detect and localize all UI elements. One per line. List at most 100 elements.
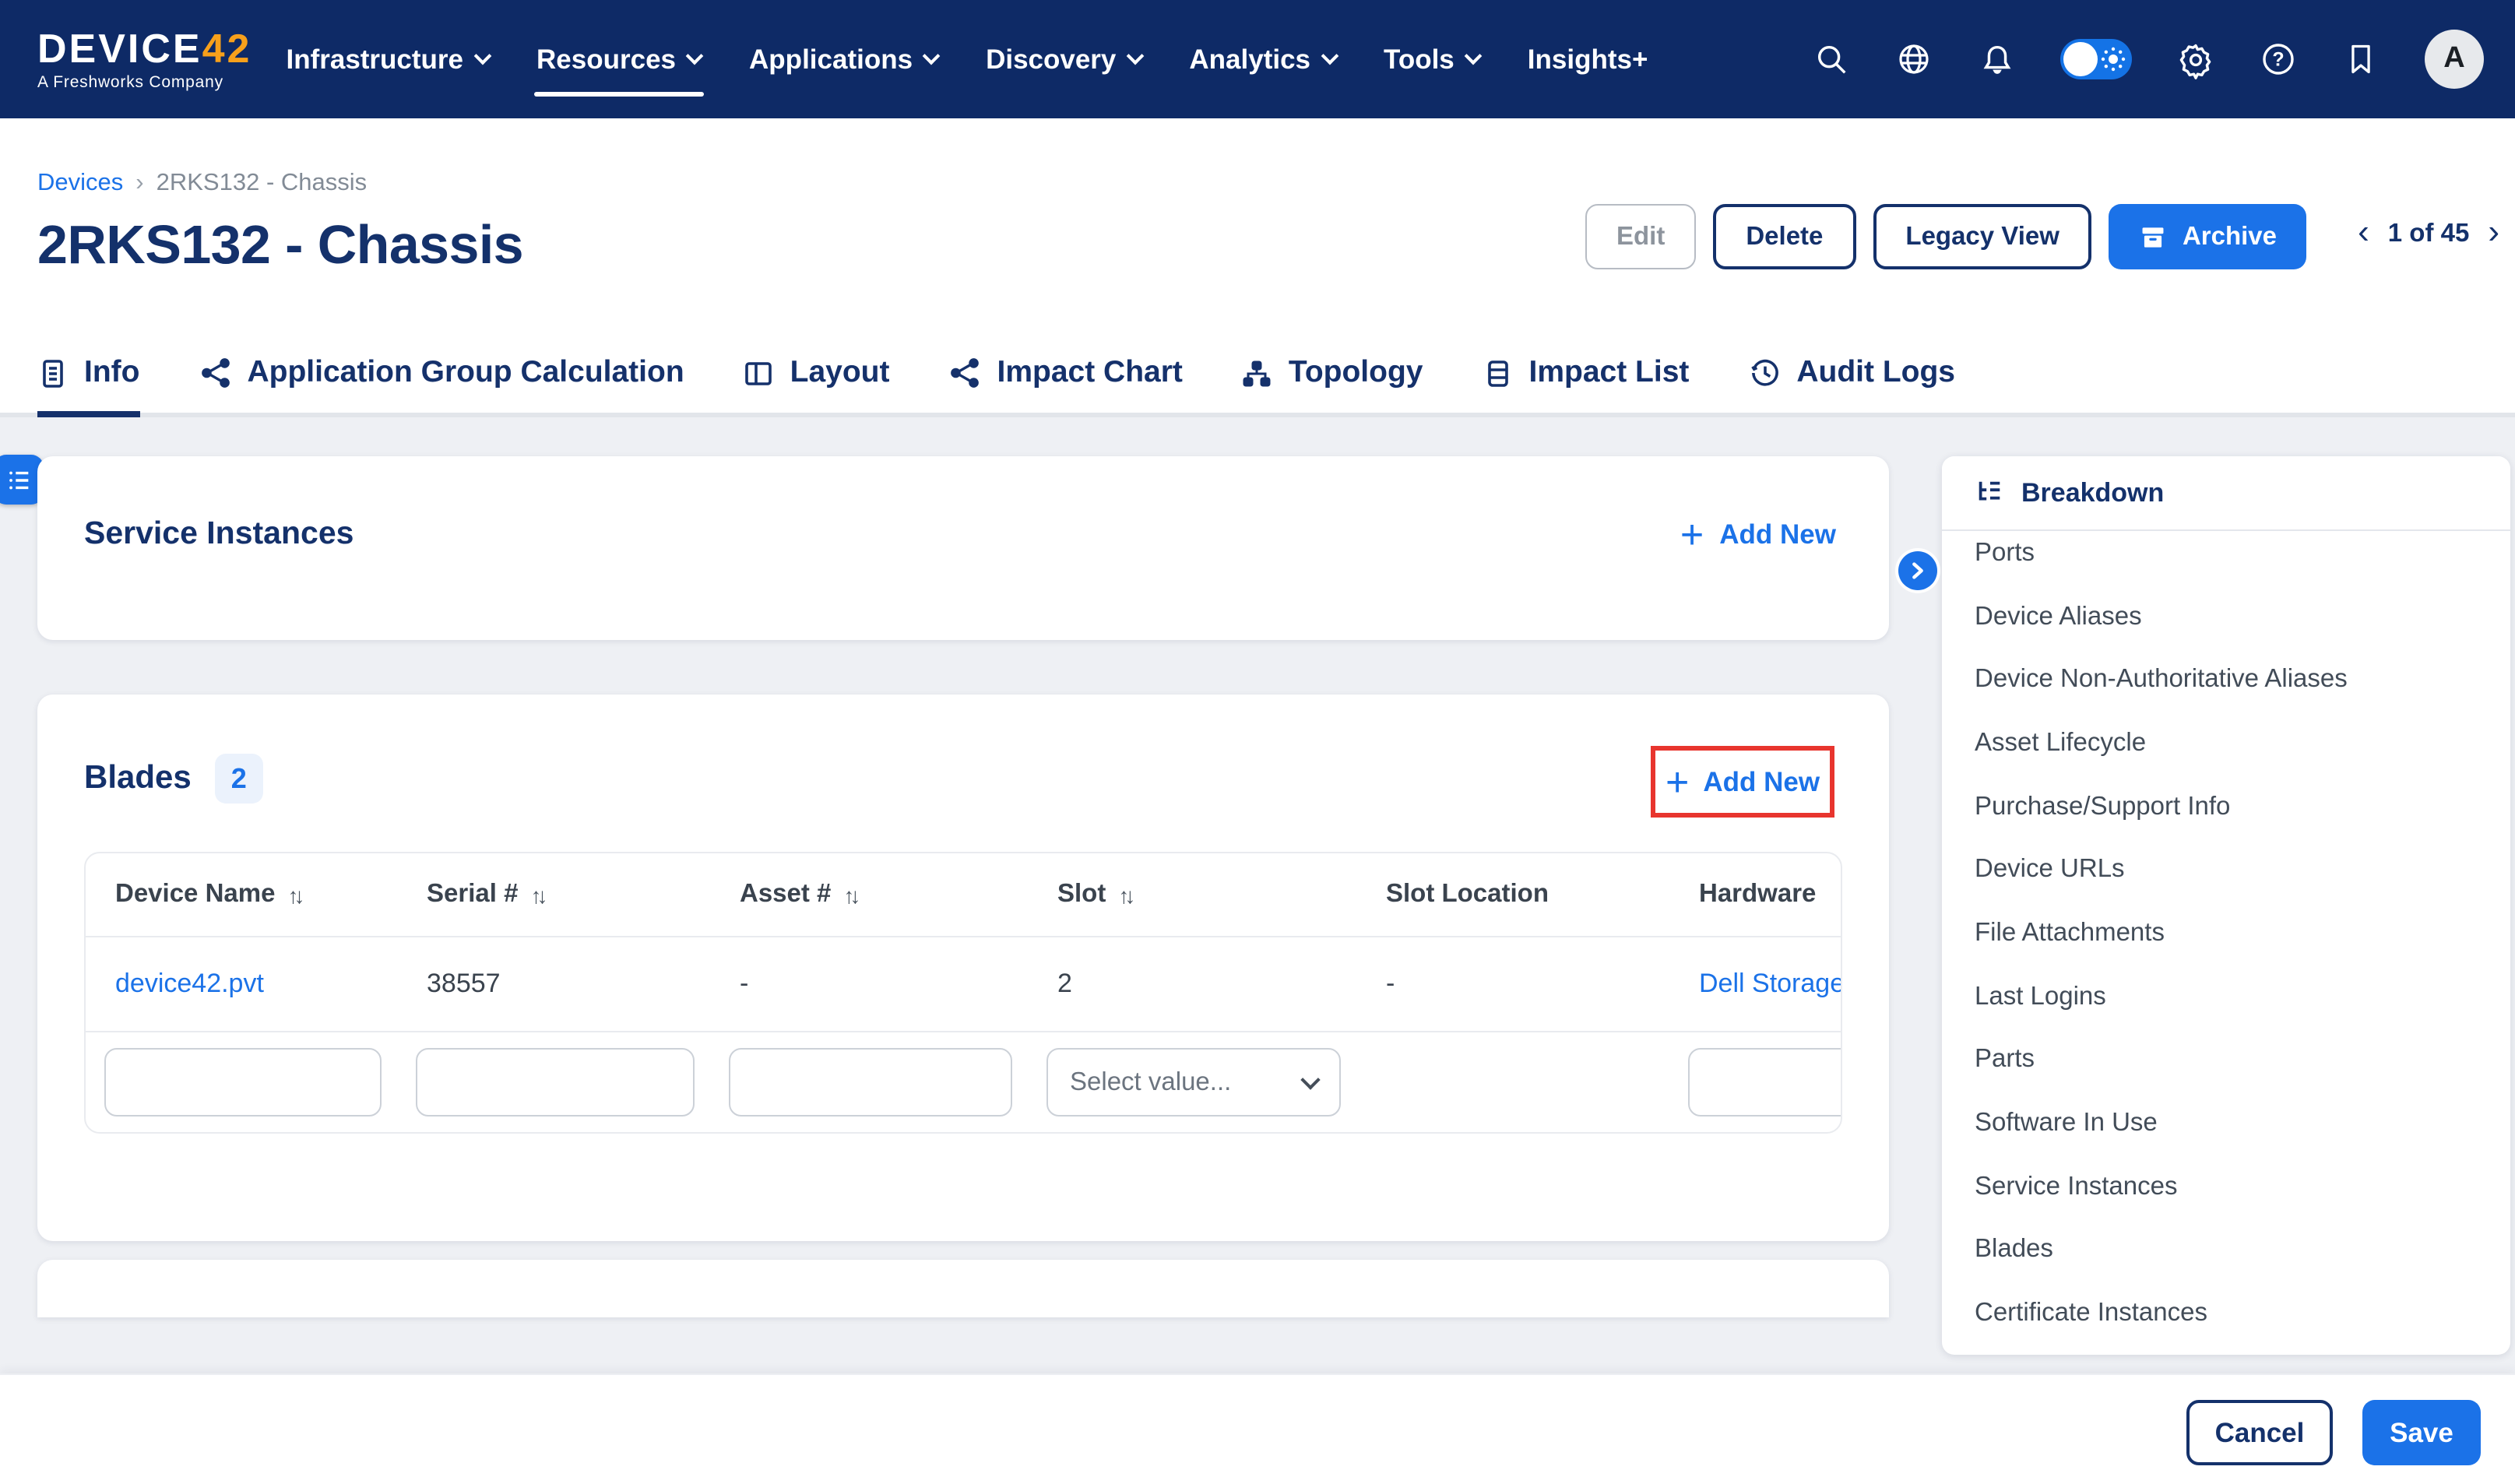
tab-impact-chart[interactable]: Impact Chart <box>949 355 1183 417</box>
tab-topology[interactable]: Topology <box>1242 355 1423 417</box>
sort-icon[interactable]: ↑↓ <box>530 882 543 907</box>
list-rows-icon <box>1483 357 1514 389</box>
breakdown-item-certificate-instances[interactable]: Certificate Instances <box>1975 1282 2478 1345</box>
chevron-down-icon <box>1300 1069 1320 1088</box>
breakdown-item-blades[interactable]: Blades <box>1975 1218 2478 1282</box>
next-record-icon[interactable]: › <box>2488 215 2499 249</box>
tab-audit-logs[interactable]: Audit Logs <box>1748 355 1955 417</box>
device-name-link[interactable]: device42.pvt <box>86 969 397 1000</box>
chevron-down-icon <box>473 47 491 65</box>
nav-infrastructure[interactable]: Infrastructure <box>286 0 488 118</box>
navbar-utilities: ? A <box>1813 30 2484 89</box>
tree-list-icon <box>1975 478 2004 508</box>
breakdown-item-device-urls[interactable]: Device URLs <box>1975 839 2478 902</box>
breakdown-panel: Breakdown Ports Device Aliases Device No… <box>1942 456 2510 1355</box>
chevron-down-icon <box>1126 47 1144 65</box>
main-nav: Infrastructure Resources Applications Di… <box>286 0 1648 118</box>
hardware-link[interactable]: Dell Storage <box>1669 969 1842 1000</box>
blades-add-new-button-highlighted[interactable]: + Add New <box>1651 746 1834 818</box>
service-instances-add-new-button[interactable]: + Add New <box>1680 518 1836 550</box>
user-avatar[interactable]: A <box>2425 30 2484 89</box>
filter-serial-input[interactable] <box>416 1048 695 1117</box>
breakdown-item-software-in-use[interactable]: Software In Use <box>1975 1092 2478 1155</box>
plus-icon: + <box>1680 518 1704 550</box>
history-clock-icon <box>1748 357 1781 389</box>
logo-tagline: A Freshworks Company <box>37 75 252 91</box>
page-header: Devices › 2RKS132 - Chassis 2RKS132 - Ch… <box>0 118 2515 417</box>
service-instances-title: Service Instances <box>84 515 354 553</box>
archive-button[interactable]: Archive <box>2109 204 2306 269</box>
chevron-down-icon <box>686 47 704 65</box>
blades-count-badge: 2 <box>215 754 263 804</box>
nav-applications[interactable]: Applications <box>749 0 937 118</box>
top-navbar: DEVICE42 A Freshworks Company Infrastruc… <box>0 0 2515 118</box>
nav-resources[interactable]: Resources <box>536 0 701 118</box>
breakdown-item-asset-lifecycle[interactable]: Asset Lifecycle <box>1975 712 2478 775</box>
layout-icon <box>744 357 775 389</box>
record-pagination: ‹ 1 of 45 › <box>2358 220 2499 249</box>
asset-cell: - <box>710 969 1028 1000</box>
nav-discovery[interactable]: Discovery <box>986 0 1141 118</box>
search-icon[interactable] <box>1813 40 1850 78</box>
theme-toggle[interactable] <box>2060 39 2132 79</box>
edit-button[interactable]: Edit <box>1585 204 1696 269</box>
breakdown-item-device-aliases[interactable]: Device Aliases <box>1975 585 2478 648</box>
delete-button[interactable]: Delete <box>1713 204 1855 269</box>
device42-logo[interactable]: DEVICE42 A Freshworks Company <box>37 28 252 91</box>
globe-icon[interactable] <box>1895 40 1933 78</box>
breadcrumb: Devices › 2RKS132 - Chassis <box>37 170 367 198</box>
breakdown-item-file-attachments[interactable]: File Attachments <box>1975 902 2478 965</box>
chevron-right-icon <box>1908 561 1928 581</box>
blades-table-filter-row: Select value... <box>86 1031 1841 1132</box>
sort-icon[interactable]: ↑↓ <box>843 882 856 907</box>
save-button[interactable]: Save <box>2362 1400 2481 1465</box>
cancel-button[interactable]: Cancel <box>2186 1400 2333 1465</box>
sort-icon[interactable]: ↑↓ <box>1118 882 1131 907</box>
header-actions: Edit Delete Legacy View Archive <box>1585 204 2306 269</box>
chevron-down-icon <box>1464 47 1482 65</box>
blades-title: Blades <box>84 760 192 797</box>
prev-record-icon[interactable]: ‹ <box>2358 215 2369 249</box>
tab-layout[interactable]: Layout <box>744 355 890 417</box>
filter-slot-select[interactable]: Select value... <box>1046 1048 1341 1117</box>
device42-app: DEVICE42 A Freshworks Company Infrastruc… <box>0 0 2515 1484</box>
nav-tools[interactable]: Tools <box>1384 0 1479 118</box>
slot-location-cell: - <box>1356 969 1669 1000</box>
help-icon[interactable]: ? <box>2260 40 2297 78</box>
legacy-view-button[interactable]: Legacy View <box>1873 204 2092 269</box>
chevron-down-icon <box>1321 47 1338 65</box>
filter-device-name-input[interactable] <box>104 1048 382 1117</box>
notifications-bell-icon[interactable] <box>1978 40 2015 78</box>
blades-card: Blades 2 + Add New Device Name↑↓ Serial … <box>37 695 1889 1241</box>
breakdown-item-device-non-authoritative-aliases[interactable]: Device Non-Authoritative Aliases <box>1975 649 2478 712</box>
nav-analytics[interactable]: Analytics <box>1189 0 1335 118</box>
breakdown-item-last-logins[interactable]: Last Logins <box>1975 965 2478 1029</box>
collapse-panel-button[interactable] <box>1898 551 1937 590</box>
filter-hardware-input[interactable] <box>1688 1048 1842 1117</box>
footer-action-bar: Cancel Save <box>0 1373 2515 1484</box>
breakdown-item-purchase-support-info[interactable]: Purchase/Support Info <box>1975 775 2478 839</box>
settings-gear-icon[interactable] <box>2177 40 2214 78</box>
svg-text:?: ? <box>2272 49 2284 71</box>
breakdown-item-parts[interactable]: Parts <box>1975 1029 2478 1092</box>
filter-asset-input[interactable] <box>729 1048 1012 1117</box>
plus-icon: + <box>1666 765 1689 798</box>
topology-sitemap-icon <box>1242 357 1273 389</box>
sun-icon <box>2101 47 2126 79</box>
content-area: Service Instances + Add New Blades 2 + A… <box>0 417 2515 1373</box>
table-row: device42.pvt 38557 - 2 - Dell Storage <box>86 936 1841 1031</box>
nav-insights[interactable]: Insights+ <box>1528 0 1648 118</box>
network-share-icon <box>199 357 231 389</box>
sort-icon[interactable]: ↑↓ <box>287 882 300 907</box>
archive-icon <box>2139 222 2169 251</box>
detail-tabs: Info Application Group Calculation Layou… <box>37 355 2515 417</box>
breakdown-item-service-instances[interactable]: Service Instances <box>1975 1155 2478 1218</box>
tab-application-group-calculation[interactable]: Application Group Calculation <box>199 355 684 417</box>
breakdown-item-ports[interactable]: Ports <box>1975 522 2478 585</box>
breadcrumb-devices-link[interactable]: Devices <box>37 170 123 198</box>
next-section-card-partial <box>37 1260 1889 1317</box>
tab-info[interactable]: Info <box>37 355 139 417</box>
service-instances-card: Service Instances + Add New <box>37 456 1889 640</box>
tab-impact-list[interactable]: Impact List <box>1483 355 1690 417</box>
bookmark-icon[interactable] <box>2342 40 2380 78</box>
